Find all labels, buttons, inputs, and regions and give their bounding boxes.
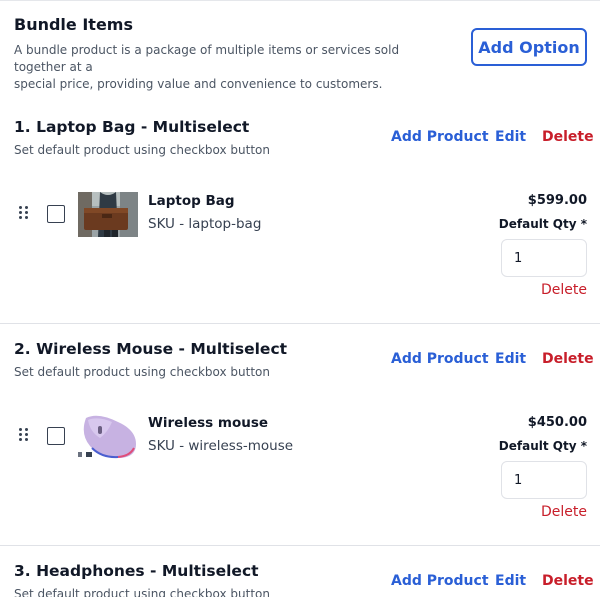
add-product-button[interactable]: Add Product <box>391 350 489 368</box>
add-product-button[interactable]: Add Product <box>391 572 489 590</box>
drag-handle-icon[interactable] <box>19 428 29 442</box>
add-option-button[interactable]: Add Option <box>471 28 587 66</box>
option-title: 3. Headphones - Multiselect <box>14 562 259 580</box>
delete-option-button[interactable]: Delete <box>542 128 594 146</box>
edit-option-button[interactable]: Edit <box>495 572 526 590</box>
product-sku: SKU - wireless-mouse <box>148 438 294 454</box>
add-product-button[interactable]: Add Product <box>391 128 489 146</box>
option-subtitle: Set default product using checkbox butto… <box>14 587 270 597</box>
default-qty-label: Default Qty * <box>498 217 587 231</box>
section-divider <box>0 545 600 546</box>
page-description: A bundle product is a package of multipl… <box>14 42 454 93</box>
option-title: 1. Laptop Bag - Multiselect <box>14 118 250 136</box>
product-name: Laptop Bag <box>148 193 235 209</box>
product-sku: SKU - laptop-bag <box>148 216 262 232</box>
default-qty-input[interactable] <box>501 461 587 499</box>
delete-option-button[interactable]: Delete <box>542 572 594 590</box>
product-price: $450.00 <box>527 415 587 430</box>
delete-product-button[interactable]: Delete <box>541 281 587 299</box>
edit-option-button[interactable]: Edit <box>495 350 526 368</box>
wireless-mouse-image <box>78 414 138 459</box>
section-divider <box>0 323 600 324</box>
page-description-line-2: special price, providing value and conve… <box>14 77 383 91</box>
option-subtitle: Set default product using checkbox butto… <box>14 365 270 379</box>
product-price: $599.00 <box>527 193 587 208</box>
top-border <box>0 0 600 1</box>
edit-option-button[interactable]: Edit <box>495 128 526 146</box>
bundle-option-2: 2. Wireless Mouse - Multiselect Set defa… <box>0 338 600 560</box>
page-description-line-1: A bundle product is a package of multipl… <box>14 43 400 74</box>
delete-product-button[interactable]: Delete <box>541 503 587 521</box>
bundle-option-1: 1. Laptop Bag - Multiselect Set default … <box>0 116 600 338</box>
default-product-checkbox[interactable] <box>47 205 65 223</box>
bundle-option-3: 3. Headphones - Multiselect Set default … <box>0 560 600 597</box>
drag-handle-icon[interactable] <box>19 206 29 220</box>
laptop-bag-image <box>78 192 138 237</box>
default-qty-label: Default Qty * <box>498 439 587 453</box>
bundle-items-header: Bundle Items A bundle product is a packa… <box>14 14 454 93</box>
page-title: Bundle Items <box>14 15 133 34</box>
option-subtitle: Set default product using checkbox butto… <box>14 143 270 157</box>
product-name: Wireless mouse <box>148 415 269 431</box>
default-product-checkbox[interactable] <box>47 427 65 445</box>
default-qty-input[interactable] <box>501 239 587 277</box>
option-title: 2. Wireless Mouse - Multiselect <box>14 340 288 358</box>
delete-option-button[interactable]: Delete <box>542 350 594 368</box>
